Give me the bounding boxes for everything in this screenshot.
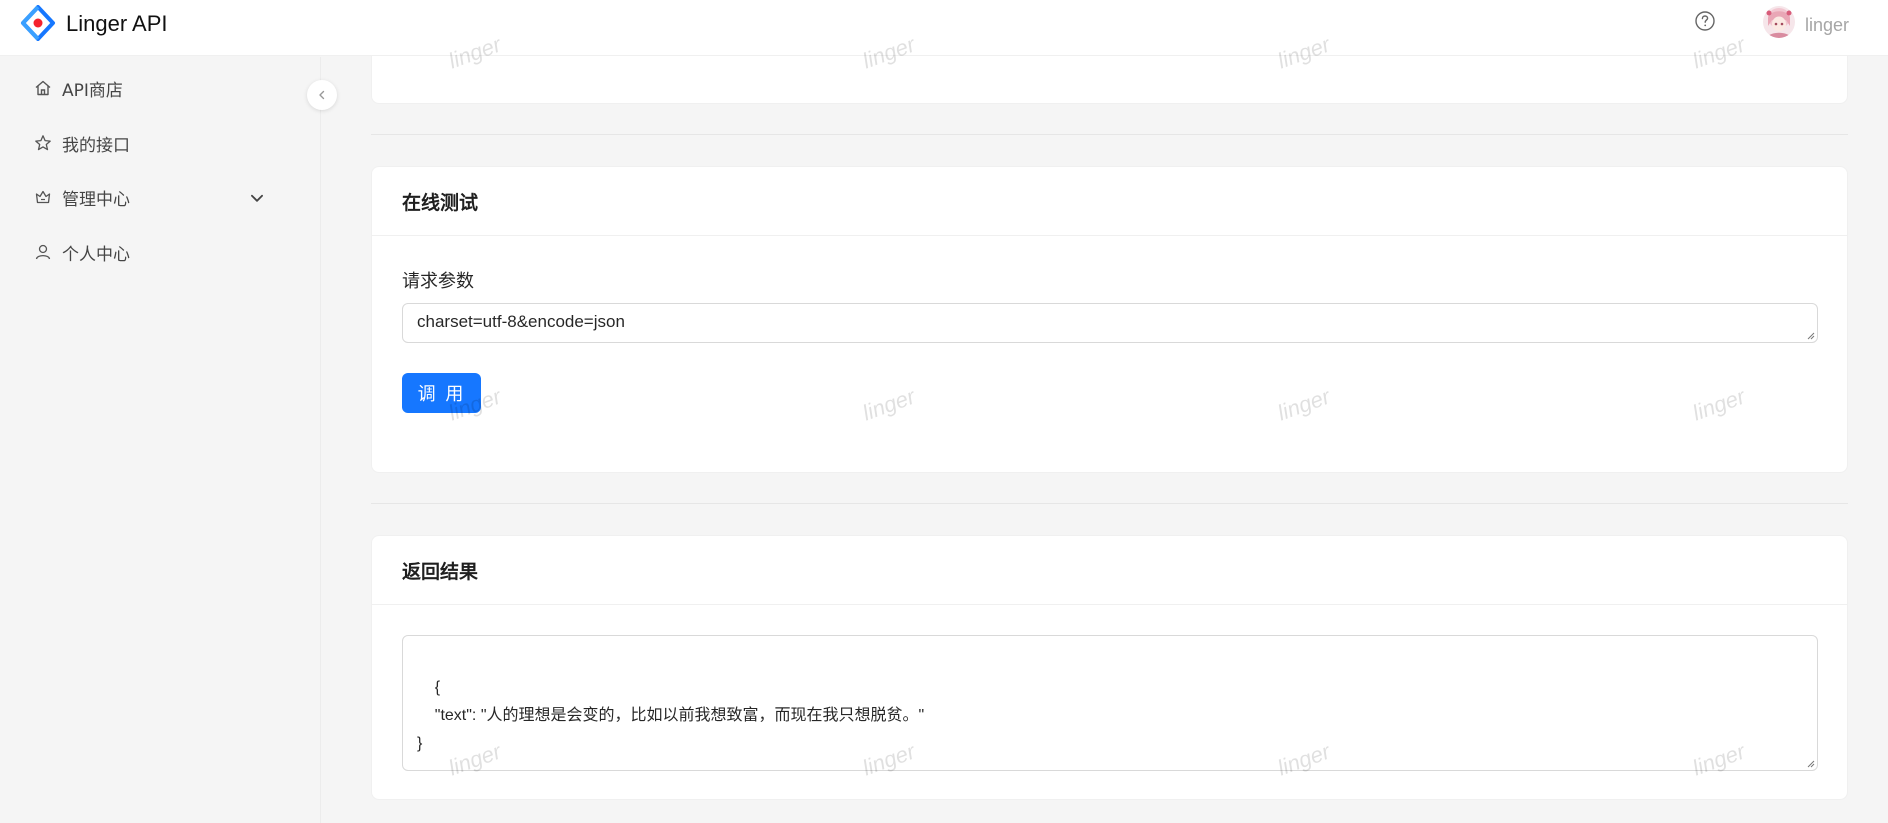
top-header: Linger API linger (0, 0, 1888, 56)
result-text: { "text": "人的理想是会变的，比如以前我想致富，而现在我只想脱贫。" … (417, 679, 925, 752)
resize-handle-icon[interactable] (1805, 758, 1815, 768)
chevron-left-icon (319, 90, 325, 100)
avatar[interactable] (1763, 6, 1795, 38)
invoke-button[interactable]: 调 用 (402, 373, 481, 413)
sidebar-item-api-store[interactable]: API商店 (24, 68, 296, 108)
sidebar-item-label: 管理中心 (62, 189, 130, 210)
app-title[interactable]: Linger API (66, 10, 168, 38)
card-title: 返回结果 (372, 536, 1847, 605)
sidebar-item-label: 个人中心 (62, 244, 130, 265)
sidebar-item-label: API商店 (62, 80, 123, 101)
sidebar-item-admin-center[interactable]: 管理中心 (24, 177, 296, 217)
user-icon (35, 244, 51, 260)
username[interactable]: linger (1805, 13, 1849, 37)
request-params-value: charset=utf-8&encode=json (417, 312, 625, 331)
sidebar: API商店 我的接口 管理中心 个人中心 (0, 57, 321, 823)
result-card: 返回结果 { "text": "人的理想是会变的，比如以前我想致富，而现在我只想… (371, 535, 1848, 800)
sidebar-item-my-apis[interactable]: 我的接口 (24, 123, 296, 163)
logo-icon[interactable] (19, 5, 57, 41)
result-output[interactable]: { "text": "人的理想是会变的，比如以前我想致富，而现在我只想脱贫。" … (402, 635, 1818, 771)
online-test-card: 在线测试 请求参数 charset=utf-8&encode=json 调 用 (371, 166, 1848, 473)
star-icon (35, 135, 51, 151)
section-divider (371, 503, 1848, 504)
section-divider (371, 134, 1848, 135)
crown-icon (35, 190, 51, 204)
card-title: 在线测试 (372, 167, 1847, 236)
sidebar-collapse-button[interactable] (307, 80, 337, 110)
chevron-down-icon[interactable] (248, 189, 266, 207)
request-params-input[interactable]: charset=utf-8&encode=json (402, 303, 1818, 343)
home-icon (35, 80, 51, 96)
resize-handle-icon[interactable] (1805, 330, 1815, 340)
sidebar-item-label: 我的接口 (62, 135, 130, 156)
sidebar-item-personal-center[interactable]: 个人中心 (24, 232, 296, 272)
avatar-image (1763, 6, 1795, 38)
request-params-label: 请求参数 (402, 271, 474, 292)
question-circle-icon[interactable] (1694, 10, 1716, 32)
